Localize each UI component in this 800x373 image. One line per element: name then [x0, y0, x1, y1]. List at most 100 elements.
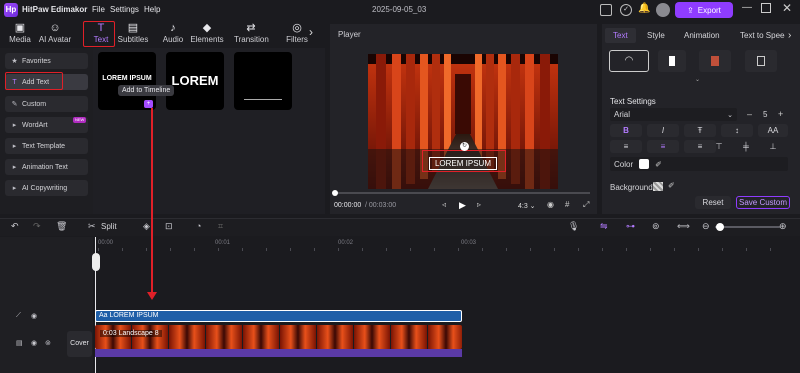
rotate-handle-icon[interactable]: ↻	[460, 142, 469, 151]
mic-icon[interactable]: 🎙	[568, 221, 579, 232]
sidebar-item-favorites[interactable]: ★ Favorites	[5, 53, 88, 69]
cover-button[interactable]: Cover	[67, 331, 92, 357]
delete-icon[interactable]: 🗑	[56, 221, 67, 232]
font-size-value[interactable]: 5	[763, 110, 767, 119]
tab-chevron-icon[interactable]: ›	[788, 30, 791, 41]
text-clip[interactable]: Aa LOREM IPSUM	[95, 310, 462, 322]
tab-elements[interactable]: ◆ Elements	[190, 21, 224, 48]
video-clip[interactable]	[95, 325, 462, 349]
line-height-button[interactable]: ↕	[721, 124, 753, 137]
save-custom-button[interactable]: Save Custom	[736, 196, 790, 209]
text-preset-3[interactable]	[234, 52, 292, 110]
font-select[interactable]: Arial ⌄	[610, 108, 737, 121]
zoom-handle[interactable]	[716, 223, 724, 231]
playhead-handle[interactable]	[92, 253, 100, 271]
progress-handle[interactable]	[332, 190, 338, 196]
expand-chevron-icon[interactable]: ⌄	[695, 76, 700, 83]
check-icon[interactable]: ✓	[620, 4, 632, 16]
screen-icon[interactable]	[600, 4, 612, 16]
style-preset-3[interactable]	[699, 50, 731, 72]
color-swatch[interactable]	[639, 159, 650, 169]
text-case-button[interactable]: Ŧ	[684, 124, 716, 137]
zoom-track[interactable]	[715, 226, 780, 228]
tab-ai-avatar[interactable]: ☺ AI Avatar	[38, 21, 72, 48]
zoom-out-icon[interactable]: ⊖	[702, 221, 710, 232]
export-button[interactable]: ⇪ Export	[675, 2, 733, 18]
valign-top-button[interactable]: ⊤	[703, 140, 735, 153]
ruler-minor-tick	[674, 248, 675, 251]
bg-eyedropper-icon[interactable]: ✐	[668, 181, 675, 190]
tab-transition[interactable]: ⇄ Transition	[234, 21, 269, 48]
tab-style[interactable]: Style	[647, 31, 665, 40]
sidebar-item-text-template[interactable]: ▸ Text Template	[5, 138, 88, 154]
valign-bottom-button[interactable]: ⊥	[762, 140, 784, 153]
tab-audio[interactable]: ♪ Audio	[156, 21, 190, 48]
snap-icon[interactable]: ⊶	[626, 221, 635, 232]
sidebar-item-icon: ★	[11, 58, 18, 65]
tab-subtitles[interactable]: ▤ Subtitles	[116, 21, 150, 48]
video-track-lock-icon[interactable]: ⊚	[45, 339, 51, 347]
add-plus-icon[interactable]: +	[144, 100, 153, 108]
menu-file[interactable]: File	[92, 5, 105, 14]
aspect-ratio-select[interactable]: 4:3 ⌄	[518, 202, 536, 210]
split-icon[interactable]: ✂	[88, 221, 96, 232]
minimize-icon[interactable]: —	[742, 2, 752, 13]
eyedropper-icon[interactable]: ✐	[655, 160, 662, 169]
progress-track[interactable]	[334, 192, 590, 194]
undo-icon[interactable]: ↶	[11, 221, 19, 232]
text-preset-2[interactable]: LOREM	[166, 52, 224, 110]
prev-frame-icon[interactable]: ◃	[442, 200, 446, 209]
magnet-icon[interactable]: ⊚	[652, 221, 660, 232]
snapshot-icon[interactable]: ◉	[547, 200, 554, 209]
time-current: 00:00:00	[334, 202, 362, 209]
menu-settings[interactable]: Settings	[110, 5, 139, 14]
play-icon[interactable]: ▶	[459, 200, 466, 211]
video-track-eye-icon[interactable]: ◉	[31, 339, 37, 347]
audio-bar[interactable]	[95, 349, 462, 357]
background-swatch[interactable]	[653, 182, 663, 191]
valign-middle-button[interactable]: ╪	[735, 140, 757, 153]
text-track-eye-icon[interactable]: ◉	[31, 312, 37, 320]
size-increase-icon[interactable]: +	[778, 109, 783, 119]
style-preset-1[interactable]: ◠	[609, 50, 649, 72]
shield-icon[interactable]: ◈	[143, 221, 150, 232]
zoom-in-icon[interactable]: ⊕	[779, 221, 787, 232]
next-frame-icon[interactable]: ▹	[477, 200, 481, 209]
sidebar-item-ai-copywriting[interactable]: ▸ AI Copywriting	[5, 180, 88, 196]
notification-icon[interactable]: 🔔	[638, 3, 650, 14]
style-preset-4[interactable]	[745, 50, 777, 72]
sidebar-item-animation-text[interactable]: ▸ Animation Text	[5, 159, 88, 175]
tab-text[interactable]: Text	[613, 31, 628, 40]
align-left-button[interactable]: ≡	[610, 140, 642, 153]
fullscreen-icon[interactable]: ⤢	[583, 200, 589, 210]
ruler-minor-tick	[698, 248, 699, 251]
text-box-icon[interactable]: ⊡	[165, 221, 173, 232]
chevron-right-icon[interactable]: ›	[309, 25, 313, 39]
style-preset-2[interactable]	[658, 50, 686, 72]
spacing-button[interactable]: AA	[758, 124, 788, 137]
align-center-button[interactable]: ≡	[647, 140, 679, 153]
ruler-minor-tick	[770, 248, 771, 251]
reset-button[interactable]: Reset	[695, 196, 731, 209]
redo-icon[interactable]: ↷	[33, 221, 41, 232]
split-label[interactable]: Split	[101, 222, 117, 231]
bold-button[interactable]: B	[610, 124, 642, 137]
font-chevron-icon: ⌄	[727, 111, 733, 119]
size-decrease-icon[interactable]: –	[747, 109, 752, 119]
ruler-minor-tick	[746, 248, 747, 251]
sidebar-item-custom[interactable]: ✎ Custom	[5, 96, 88, 112]
link-icon[interactable]: ⇋	[600, 221, 608, 232]
tab-animation[interactable]: Animation	[684, 31, 720, 40]
tab-media[interactable]: ▣ Media	[3, 21, 37, 48]
fit-width-icon[interactable]: ⟺	[677, 221, 690, 232]
italic-button[interactable]: I	[647, 124, 679, 137]
text-overlay[interactable]: LOREM IPSUM	[429, 157, 497, 170]
tab-text-to-speech[interactable]: Text to Speech	[740, 31, 785, 40]
menu-help[interactable]: Help	[144, 5, 160, 14]
fit-icon[interactable]: #	[565, 200, 569, 209]
speed-icon[interactable]: ◔	[196, 221, 201, 231]
avatar[interactable]	[656, 3, 670, 17]
maximize-icon[interactable]	[761, 3, 771, 13]
close-icon[interactable]: ✕	[782, 1, 792, 15]
crop-icon[interactable]: ⌗	[218, 221, 223, 232]
